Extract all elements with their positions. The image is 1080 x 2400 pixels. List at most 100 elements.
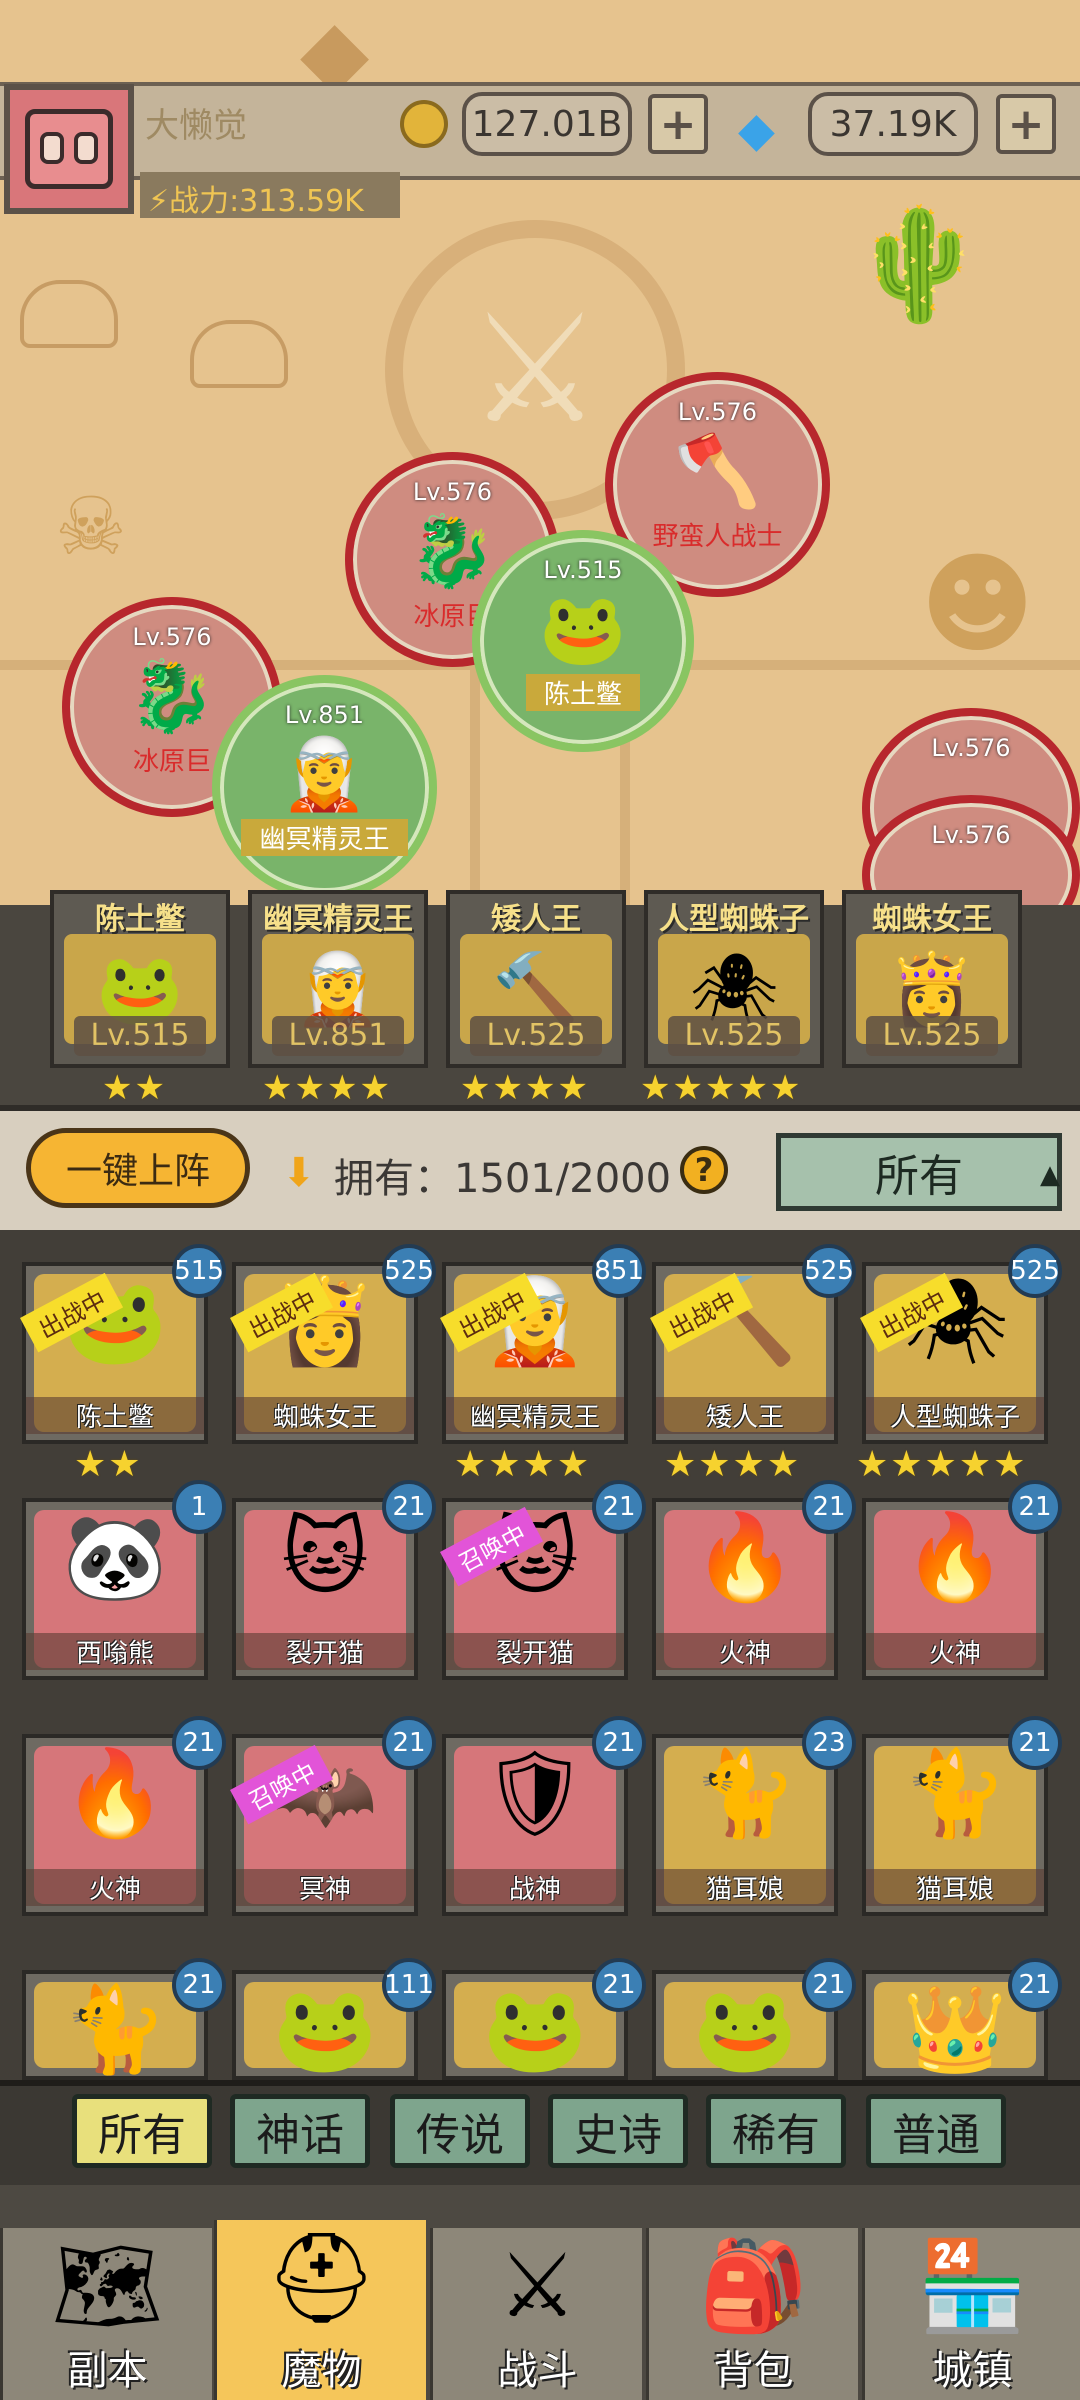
level-badge: 21: [802, 1958, 856, 2012]
elf-king-portrait-icon: 🧝: [280, 733, 369, 815]
lineup-level: Lv.525: [668, 1016, 800, 1056]
ally-unit[interactable]: Lv.851 🧝 幽冥精灵王: [212, 675, 437, 900]
helmet-icon: ⛑: [265, 2226, 378, 2329]
power-icon: ⚡: [148, 184, 170, 219]
nav-dungeon[interactable]: 🗺 副本: [0, 2228, 212, 2400]
lineup-level: Lv.525: [470, 1016, 602, 1056]
rarity-tab-common[interactable]: 普通: [866, 2094, 1006, 2168]
power-label: 战力:313.59K: [169, 184, 364, 219]
nav-monsters[interactable]: ⛑ 魔物: [214, 2220, 426, 2400]
map-icon: 🗺: [51, 2234, 164, 2337]
down-arrow-icon: ⬇: [282, 1150, 316, 1196]
gold-amount: 127.01B: [462, 92, 632, 156]
nav-label: 魔物: [281, 2348, 362, 2394]
auto-deploy-button[interactable]: 一键上阵: [26, 1128, 250, 1208]
lineup-slot[interactable]: 幽冥精灵王 🧝 Lv.851: [248, 890, 428, 1068]
monster-name: 蜘蛛女王: [236, 1397, 414, 1434]
level-badge: 23: [802, 1716, 856, 1770]
lineup-name: 人型蜘蛛子: [659, 902, 809, 937]
monster-name: 矮人王: [656, 1397, 834, 1434]
add-gem-button[interactable]: +: [996, 94, 1056, 154]
unit-name: 野蛮人战士: [652, 522, 783, 552]
lineup-slot[interactable]: 矮人王 🔨 Lv.525: [446, 890, 626, 1068]
star-rating: ★★★★★: [856, 1444, 1028, 1485]
nav-label: 背包: [713, 2348, 794, 2394]
level-badge: 525: [802, 1244, 856, 1298]
monster-name: 幽冥精灵王: [446, 1397, 624, 1434]
unit-level: Lv.576: [677, 398, 758, 426]
monster-name: 火神: [26, 1869, 204, 1906]
rarity-tab-mythic[interactable]: 神话: [230, 2094, 370, 2168]
level-badge: 1: [172, 1480, 226, 1534]
shop-icon: 🏪: [917, 2234, 1028, 2337]
diamond-icon: ◆: [738, 102, 775, 158]
monster-name: 陈土鳖: [26, 1397, 204, 1434]
lineup-name: 幽冥精灵王: [263, 902, 413, 937]
nav-label: 副本: [67, 2348, 148, 2394]
level-badge: 851: [592, 1244, 646, 1298]
unit-level: Lv.576: [412, 478, 493, 506]
ice-dragon-portrait-icon: 🐉: [408, 510, 497, 592]
star-rating: ★★: [74, 1444, 143, 1485]
lineup-slot[interactable]: 陈土鳖 🐸 Lv.515: [50, 890, 230, 1068]
lineup-slot[interactable]: 人型蜘蛛子 🕷 Lv.525: [644, 890, 824, 1068]
level-badge: 111: [382, 1958, 436, 2012]
add-gold-button[interactable]: +: [648, 94, 708, 154]
monster-name: 战神: [446, 1869, 624, 1906]
monster-name: 火神: [656, 1633, 834, 1670]
unit-level: Lv.576: [931, 734, 1011, 762]
nav-battle[interactable]: ⚔ 战斗: [430, 2228, 642, 2400]
level-badge: 515: [172, 1244, 226, 1298]
rarity-tab-all[interactable]: 所有: [72, 2094, 212, 2168]
bush-decoration: [20, 280, 118, 348]
lineup-level: Lv.525: [866, 1016, 998, 1056]
monster-name: 人型蜘蛛子: [866, 1397, 1044, 1434]
level-badge: 21: [592, 1958, 646, 2012]
lineup-slot[interactable]: 蜘蛛女王 👸 Lv.525: [842, 890, 1022, 1068]
lineup-level: Lv.515: [74, 1016, 206, 1056]
help-icon[interactable]: ?: [680, 1146, 728, 1194]
level-badge: 21: [592, 1716, 646, 1770]
unit-level: Lv.515: [543, 556, 623, 584]
star-rating: ★★★★★: [640, 1068, 803, 1108]
nav-backpack[interactable]: 🎒 背包: [646, 2228, 858, 2400]
star-rating: ★★★★: [664, 1444, 802, 1485]
backpack-icon: 🎒: [698, 2234, 809, 2337]
monster-name: 猫耳娘: [656, 1869, 834, 1906]
cactus-decoration: 🌵: [850, 200, 987, 328]
unit-name: 冰原巨: [132, 747, 211, 777]
monster-name: 西嗡熊: [26, 1633, 204, 1670]
rarity-tab-epic[interactable]: 史诗: [548, 2094, 688, 2168]
nav-town[interactable]: 🏪 城镇: [862, 2228, 1080, 2400]
gem-amount: 37.19K: [808, 92, 978, 156]
owned-count: 拥有：1501/2000: [334, 1156, 672, 1202]
crossed-swords-icon: ⚔: [498, 2234, 577, 2337]
player-name: 大懒觉: [145, 106, 247, 146]
coin-icon: [400, 100, 448, 148]
skull-decoration: ☠: [55, 480, 127, 573]
monster-name: 冥神: [236, 1869, 414, 1906]
lineup-level: Lv.851: [272, 1016, 404, 1056]
caret-up-icon: ▲: [1040, 1160, 1060, 1190]
lineup-name: 蜘蛛女王: [872, 902, 992, 937]
rarity-tab-legendary[interactable]: 传说: [390, 2094, 530, 2168]
rarity-tab-rare[interactable]: 稀有: [706, 2094, 846, 2168]
level-badge: 21: [382, 1480, 436, 1534]
unit-name: 陈土鳖: [525, 674, 640, 711]
level-badge: 21: [1008, 1480, 1062, 1534]
player-avatar[interactable]: [4, 84, 134, 214]
monster-name: 裂开猫: [236, 1633, 414, 1670]
star-rating: ★★★★: [454, 1444, 592, 1485]
frog-portrait-icon: 🐸: [539, 588, 627, 670]
ally-unit[interactable]: Lv.515 🐸 陈土鳖: [472, 530, 694, 752]
map-path: [470, 660, 480, 905]
star-rating: ★★★★: [460, 1068, 590, 1108]
lineup-name: 矮人王: [491, 902, 581, 937]
level-badge: 21: [802, 1480, 856, 1534]
unit-level: Lv.576: [931, 821, 1011, 849]
level-badge: 21: [1008, 1716, 1062, 1770]
level-badge: 21: [172, 1958, 226, 2012]
filter-dropdown[interactable]: 所有: [776, 1133, 1062, 1211]
monster-name: 裂开猫: [446, 1633, 624, 1670]
monster-name: 火神: [866, 1633, 1044, 1670]
